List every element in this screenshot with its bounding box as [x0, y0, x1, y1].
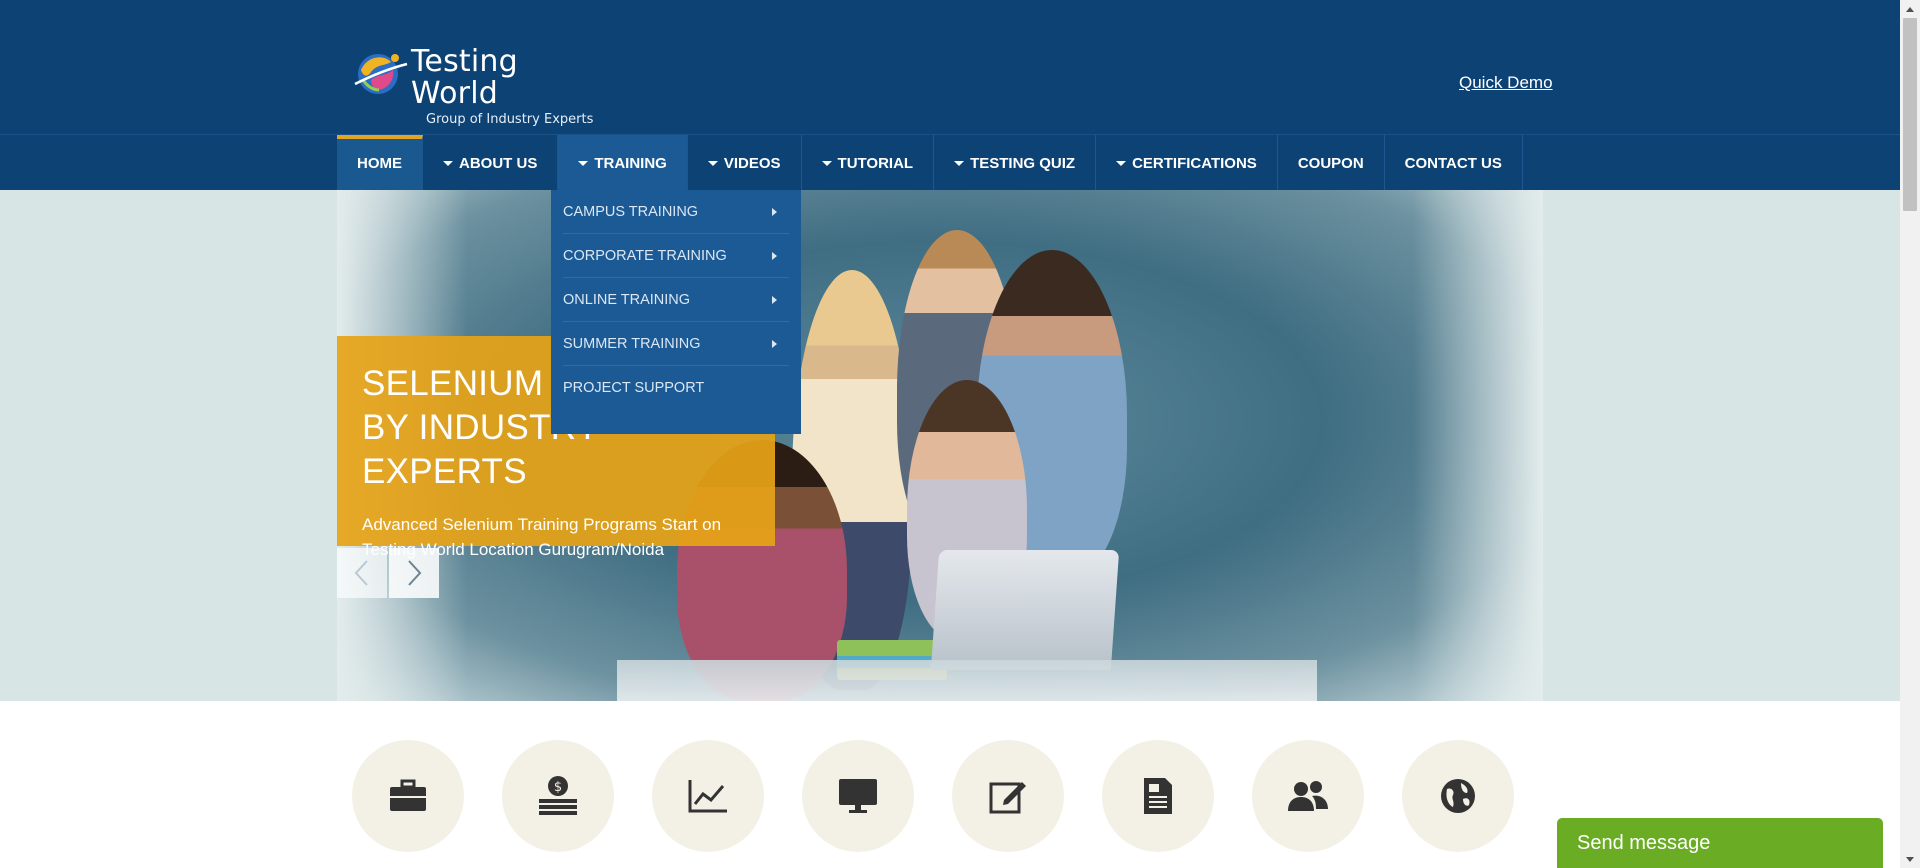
hero-laptop — [930, 550, 1120, 670]
caret-down-icon — [1116, 160, 1127, 166]
users-icon — [1288, 781, 1328, 811]
feature-circle[interactable] — [802, 740, 914, 852]
dropdown-item-online-training[interactable]: ONLINE TRAINING — [563, 278, 789, 322]
nav-tutorial-label: TUTORIAL — [837, 154, 914, 172]
feature-circle[interactable] — [352, 740, 464, 852]
nav-about-us[interactable]: ABOUT US — [423, 135, 559, 191]
caret-right-icon — [772, 207, 777, 216]
nav-certifications[interactable]: CERTIFICATIONS — [1096, 135, 1278, 191]
logo-title: Testing World — [411, 44, 518, 111]
dropdown-item-label: CORPORATE TRAINING — [563, 247, 727, 264]
dropdown-item-label: CAMPUS TRAINING — [563, 203, 699, 220]
briefcase-icon — [390, 779, 426, 811]
nav-coupon[interactable]: COUPON — [1278, 135, 1385, 191]
nav-about-us-label: ABOUT US — [459, 154, 538, 172]
slider-next-button[interactable] — [389, 548, 439, 598]
dropdown-item-corporate-training[interactable]: CORPORATE TRAINING — [563, 234, 789, 278]
chevron-right-icon — [408, 560, 422, 586]
dropdown-item-project-support[interactable]: PROJECT SUPPORT — [563, 366, 789, 410]
nav-contact-us[interactable]: CONTACT US — [1385, 135, 1523, 191]
svg-text:$: $ — [554, 780, 562, 795]
dropdown-item-label: PROJECT SUPPORT — [563, 380, 705, 396]
nav-videos-label: VIDEOS — [723, 154, 781, 172]
chevron-left-icon — [354, 560, 368, 586]
logo-subtitle: Group of Industry Experts — [426, 112, 594, 127]
feature-circle[interactable] — [1402, 740, 1514, 852]
site-logo[interactable]: Testing World Group of Industry Experts — [351, 46, 611, 127]
caret-right-icon — [772, 251, 777, 260]
dropdown-item-campus-training[interactable]: CAMPUS TRAINING — [563, 190, 789, 234]
scroll-up-arrow-icon[interactable] — [1900, 0, 1920, 17]
scroll-down-arrow-icon[interactable] — [1900, 851, 1920, 868]
page: Testing World Group of Industry Experts … — [0, 0, 1900, 868]
feature-circle[interactable] — [1102, 740, 1214, 852]
logo-globe-icon — [351, 46, 409, 98]
nav-certifications-label: CERTIFICATIONS — [1132, 154, 1257, 172]
nav-training-label: TRAINING — [594, 154, 667, 172]
send-message-label: Send message — [1577, 832, 1711, 854]
caret-right-icon — [772, 295, 777, 304]
caret-down-icon — [954, 160, 965, 166]
training-dropdown: CAMPUS TRAINING CORPORATE TRAINING ONLIN… — [551, 190, 801, 434]
nav-home-label: HOME — [357, 154, 402, 172]
caret-right-icon — [772, 339, 777, 348]
edit-icon — [989, 782, 1026, 814]
nav-testing-quiz-label: TESTING QUIZ — [970, 154, 1076, 172]
feature-circle[interactable] — [952, 740, 1064, 852]
nav-videos[interactable]: VIDEOS — [688, 135, 802, 191]
caret-down-icon — [443, 160, 453, 166]
feature-circle[interactable]: $ — [502, 740, 614, 852]
monitor-icon — [839, 779, 877, 813]
caret-down-icon — [707, 160, 718, 166]
nav-testing-quiz[interactable]: TESTING QUIZ — [934, 135, 1097, 191]
document-icon — [1144, 778, 1172, 814]
money-stack-icon: $ — [539, 776, 577, 815]
nav-contact-us-label: CONTACT US — [1404, 154, 1502, 172]
dropdown-item-summer-training[interactable]: SUMMER TRAINING — [563, 322, 789, 366]
nav-coupon-label: COUPON — [1297, 154, 1364, 172]
hero-slider: SELENIUM T BY INDUSTRY EXPERTS Advanced … — [0, 190, 1900, 701]
site-header: Testing World Group of Industry Experts … — [0, 0, 1900, 134]
nav-tutorial[interactable]: TUTORIAL — [802, 135, 935, 191]
slider-prev-button[interactable] — [337, 548, 387, 598]
page-scrollbar[interactable] — [1900, 0, 1920, 868]
scrollbar-thumb[interactable] — [1903, 18, 1917, 211]
globe-icon — [1441, 779, 1475, 813]
send-message-button[interactable]: Send message — [1557, 818, 1883, 868]
caret-down-icon — [578, 160, 589, 166]
line-chart-icon — [688, 780, 727, 813]
main-nav: HOME ABOUT US TRAINING VIDEOS TUTORIAL T… — [0, 134, 1900, 191]
hero-desk — [617, 660, 1317, 701]
nav-home[interactable]: HOME — [337, 135, 423, 191]
nav-training[interactable]: TRAINING — [558, 135, 688, 191]
quick-demo-link[interactable]: Quick Demo — [1459, 73, 1553, 93]
feature-circle[interactable] — [652, 740, 764, 852]
dropdown-item-label: ONLINE TRAINING — [563, 291, 691, 308]
feature-circle[interactable] — [1252, 740, 1364, 852]
dropdown-item-label: SUMMER TRAINING — [563, 335, 701, 352]
caret-down-icon — [821, 160, 832, 166]
